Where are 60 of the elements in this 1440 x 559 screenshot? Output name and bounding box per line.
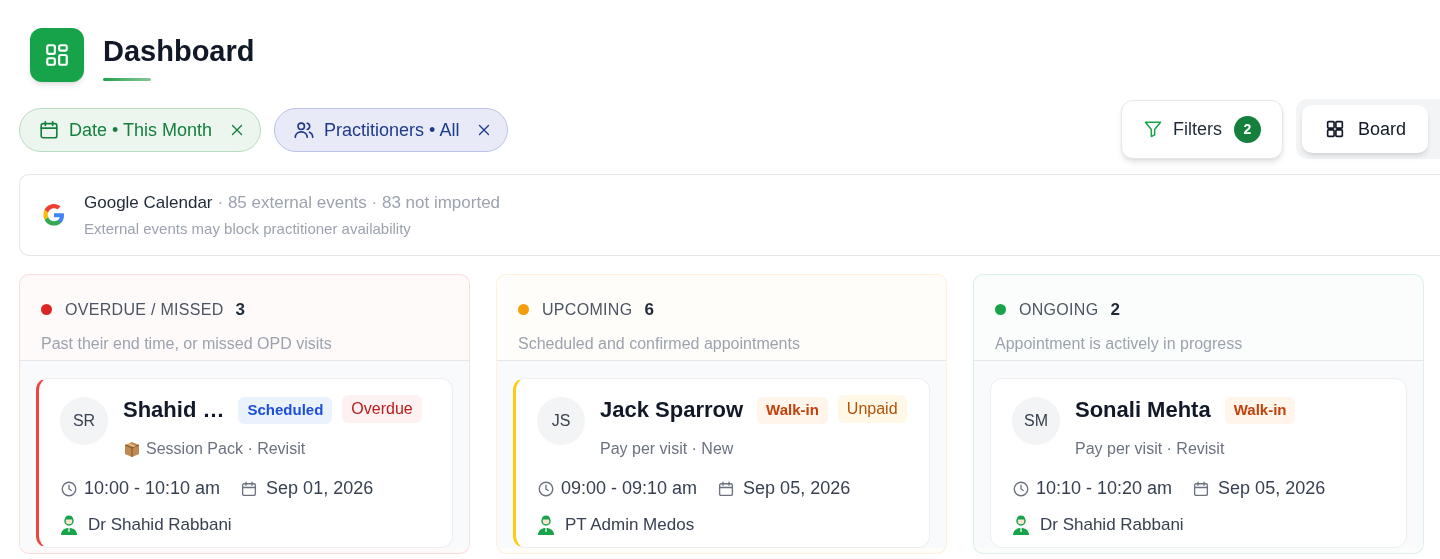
appointment-card[interactable]: SR Shahid … Scheduled Overdue Session Pack · Revisit 10:00 - 10:10 am Sep 01, 2026 Dr Shahid Rabbani (36, 378, 453, 548)
avatar: JS (537, 397, 585, 445)
appointment-date: Sep 05, 2026 (1218, 477, 1326, 500)
avatar: SM (1012, 397, 1060, 445)
page-title: Dashboard (103, 34, 255, 68)
calendar-icon (240, 479, 259, 498)
appointment-card[interactable]: JS Jack Sparrow Walk-in Unpaid Pay per visit · New 09:00 - 09:10 am Sep 05, 2026 PT Admin Medos (513, 378, 930, 548)
column-count: 3 (235, 299, 246, 321)
clock-icon (537, 479, 555, 498)
clock-icon (1012, 479, 1030, 498)
patient-name: Jack Sparrow (600, 396, 744, 424)
column-title: OVERDUE / MISSED (65, 299, 224, 320)
avatar: SR (60, 397, 108, 445)
column-title: UPCOMING (542, 299, 633, 320)
appointment-card[interactable]: SM Sonali Mehta Walk-in Pay per visit · Revisit 10:10 - 10:20 am Sep 05, 2026 Dr Shahid Rabbani (990, 378, 1407, 548)
filter-chip[interactable]: Practitioners • All (274, 108, 509, 152)
status-tag: Scheduled (238, 397, 333, 424)
board-view-button[interactable]: Board (1301, 105, 1428, 153)
status-tag: Walk-in (757, 397, 828, 424)
patient-name: Sonali Mehta (1075, 396, 1211, 424)
practitioner-name: Dr Shahid Rabbani (1040, 514, 1184, 536)
column-description: Appointment is actively in progress (995, 333, 1244, 354)
calendar-icon (38, 119, 60, 141)
count-badge: 2 (1233, 115, 1261, 143)
status-tag: Unpaid (837, 395, 907, 423)
package-icon (123, 440, 141, 458)
clock-icon (60, 479, 78, 498)
calendar-icon (1192, 479, 1211, 498)
doctor-icon (537, 514, 555, 535)
appointment-time: 09:00 - 09:10 am (561, 477, 698, 500)
status-tag: Walk-in (1224, 397, 1296, 424)
column-count: 2 (1110, 299, 1120, 321)
column-description: Past their end time, or missed OPD visits (41, 333, 333, 354)
calendar-stats: · 85 external events · 83 not imported (217, 191, 501, 214)
doctor-icon (60, 514, 78, 535)
filters-button[interactable]: Filters 2 (1120, 99, 1283, 159)
practitioner-name: PT Admin Medos (565, 514, 695, 536)
filter-chip[interactable]: Date • This Month (19, 108, 262, 152)
calendar-icon (717, 479, 736, 498)
visit-type: Pay per visit · Revisit (1075, 439, 1225, 459)
column-count: 6 (644, 299, 654, 321)
practitioner-name: Dr Shahid Rabbani (88, 514, 232, 536)
title-underline (103, 78, 151, 81)
google-g-icon (42, 203, 66, 227)
status-tag: Overdue (342, 395, 422, 423)
calendar-note: External events may block practitioner availability (84, 219, 412, 239)
visit-type: Session Pack · Revisit (146, 439, 306, 459)
appointment-time: 10:00 - 10:10 am (84, 477, 221, 500)
patient-name: Shahid … (123, 396, 225, 424)
visit-type: Pay per visit · New (600, 439, 734, 459)
appointment-time: 10:10 - 10:20 am (1036, 477, 1173, 500)
column-description: Scheduled and confirmed appointments (518, 333, 801, 354)
doctor-icon (1012, 514, 1030, 535)
appointment-date: Sep 05, 2026 (743, 477, 851, 500)
people-icon (293, 119, 316, 141)
dashboard-logo-icon (30, 28, 84, 82)
filter-icon (1142, 119, 1163, 139)
appointment-date: Sep 01, 2026 (266, 477, 374, 500)
column-title: ONGOING (1019, 299, 1099, 320)
calendar-source: Google Calendar (84, 191, 213, 214)
